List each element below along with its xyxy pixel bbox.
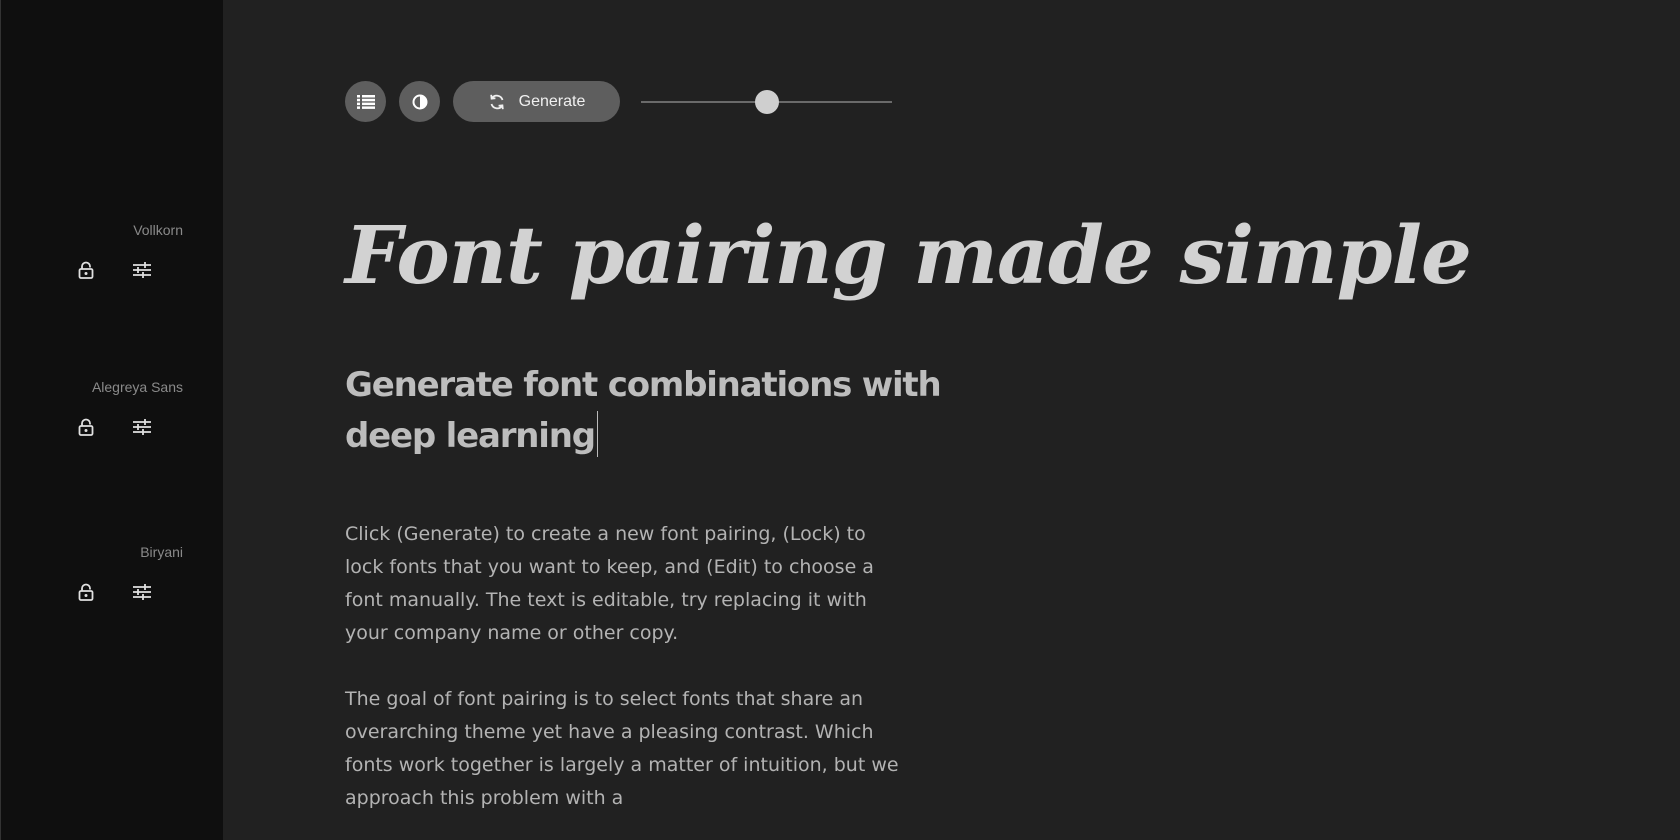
font-slot-controls bbox=[23, 581, 183, 605]
font-slot-body: Biryani bbox=[23, 543, 183, 605]
body-paragraph[interactable]: The goal of font pairing is to select fo… bbox=[345, 683, 905, 815]
generate-label: Generate bbox=[518, 92, 586, 110]
lock-button[interactable] bbox=[75, 416, 97, 438]
sliders-icon bbox=[133, 419, 151, 435]
generate-button[interactable]: Generate bbox=[453, 81, 620, 122]
font-slot-controls bbox=[23, 259, 183, 283]
font-name-label[interactable]: Biryani bbox=[23, 543, 183, 561]
preview-area: Font pairing made simple Generate font c… bbox=[345, 200, 1472, 815]
sliders-icon bbox=[133, 584, 151, 600]
body-paragraph[interactable]: Click (Generate) to create a new font pa… bbox=[345, 518, 905, 650]
lock-button[interactable] bbox=[75, 259, 97, 281]
text-caret bbox=[596, 411, 598, 457]
lock-button[interactable] bbox=[75, 581, 97, 603]
subheadline-content: Generate font combinations with deep lea… bbox=[345, 365, 942, 456]
app: Vollkorn Alegreya Sans Biryani Generate … bbox=[0, 0, 1680, 840]
font-slot-subheading: Alegreya Sans bbox=[23, 378, 183, 440]
font-slot-heading: Vollkorn bbox=[23, 221, 183, 283]
font-name-label[interactable]: Alegreya Sans bbox=[23, 378, 183, 396]
font-slot-controls bbox=[23, 416, 183, 440]
subheadline-text[interactable]: Generate font combinations with deep lea… bbox=[345, 360, 1025, 462]
edit-font-button[interactable] bbox=[131, 581, 153, 603]
headline-text[interactable]: Font pairing made simple bbox=[345, 200, 1472, 310]
edit-font-button[interactable] bbox=[131, 259, 153, 281]
font-name-label[interactable]: Vollkorn bbox=[23, 221, 183, 239]
toolbar: Generate bbox=[345, 81, 892, 122]
lock-icon bbox=[78, 261, 94, 279]
slider-thumb[interactable] bbox=[754, 89, 779, 114]
lock-icon bbox=[78, 583, 94, 601]
sidebar: Vollkorn Alegreya Sans Biryani bbox=[0, 0, 223, 840]
size-slider[interactable] bbox=[641, 89, 892, 114]
contrast-toggle-button[interactable] bbox=[399, 81, 440, 122]
font-list-button[interactable] bbox=[345, 81, 386, 122]
lock-icon bbox=[78, 418, 94, 436]
sliders-icon bbox=[133, 262, 151, 278]
edit-font-button[interactable] bbox=[131, 416, 153, 438]
contrast-icon bbox=[412, 94, 427, 109]
list-icon bbox=[356, 94, 375, 109]
refresh-icon bbox=[488, 93, 506, 111]
